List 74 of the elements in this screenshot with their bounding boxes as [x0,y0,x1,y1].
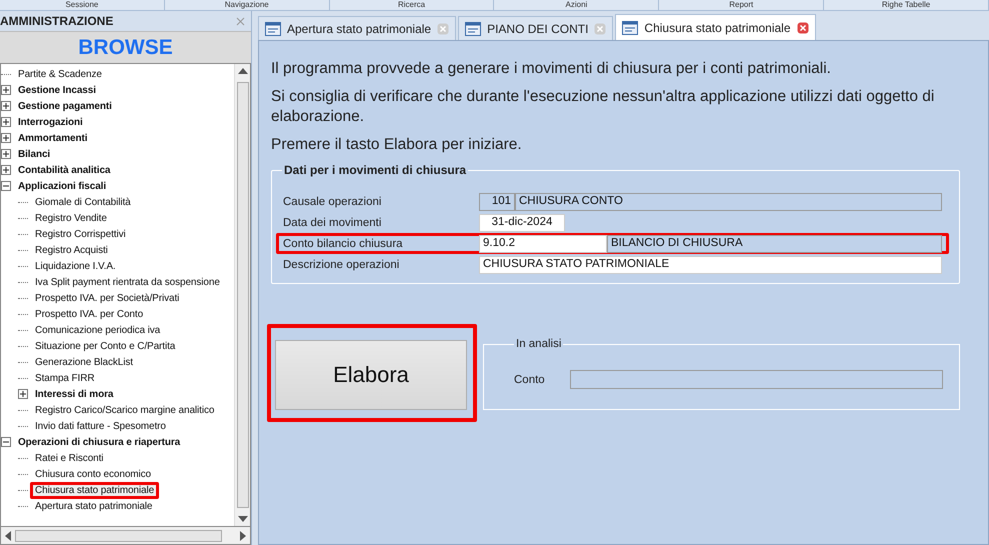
form-icon [265,22,281,36]
tree-item[interactable]: Situazione per Conto e C/Partita [30,338,180,354]
tree-item[interactable]: Gestione Incassi [13,82,101,98]
tree-item[interactable]: Prospetto IVA. per Conto [30,306,148,322]
description-field[interactable]: CHIUSURA STATO PATRIMONIALE [479,256,942,274]
right-arrow-icon[interactable] [240,530,246,540]
ribbon-group-label: Sessione [0,0,165,10]
expand-icon[interactable] [1,149,11,159]
tree-item[interactable]: Contabilità analitica [13,162,116,178]
tree-item[interactable]: Interrogazioni [13,114,88,130]
tree-item[interactable]: Invio dati fatture - Spesometro [30,418,171,434]
tree-item[interactable]: Giomale di Contabilità [30,194,136,210]
up-arrow-icon[interactable] [238,68,248,74]
tree-item[interactable]: Registro Carico/Scarico margine analitico [30,402,220,418]
expand-icon[interactable] [18,389,28,399]
tree-item[interactable]: Prospetto IVA. per Società/Privati [30,290,184,306]
tree-item[interactable]: Ratei e Risconti [30,450,108,466]
collapse-icon[interactable] [1,181,11,191]
tree-item[interactable]: Bilanci [13,146,56,162]
tree-item[interactable]: Stampa FIRR [30,370,100,386]
tree-item[interactable]: Interessi di mora [30,386,118,402]
expand-icon[interactable] [1,101,11,111]
field-label: Conto [514,374,546,386]
instruction-text: Si consiglia di verificare che durante l'esecuzione nessun'altra applicazione utilizzi dati oggetto di elaborazione. [271,87,936,127]
tree-item[interactable]: Applicazioni fiscali [13,178,112,194]
elabora-button[interactable]: Elabora [275,340,467,410]
tree-item[interactable]: Chiusura stato patrimoniale [30,482,160,498]
tree-item[interactable]: Ammortamenti [13,130,92,146]
tree-item[interactable]: Chiusura conto economico [30,466,156,482]
tree-item[interactable]: Liquidazione I.V.A. [30,258,121,274]
tree-item[interactable]: Comunicazione periodica iva [30,322,166,338]
date-field[interactable]: 31-dic-2024 [479,214,565,232]
expand-icon[interactable] [1,165,11,175]
tree-item[interactable]: Partite & Scadenze [13,66,107,82]
close-icon[interactable] [796,22,808,34]
field-label: Causale operazioni [283,196,382,208]
form-icon [465,22,482,36]
instruction-text: Premere il tasto Elabora per iniziare. [271,135,523,155]
down-arrow-icon[interactable] [238,516,248,522]
expand-icon[interactable] [1,133,11,143]
tree-item[interactable]: Registro Vendite [30,210,112,226]
tree-item[interactable]: Generazione BlackList [30,354,138,370]
tree-item[interactable]: Registro Corrispettivi [30,226,131,242]
left-arrow-icon[interactable] [5,530,11,540]
field-label: Conto bilancio chiusura [283,238,404,250]
tree-item[interactable]: Gestione pagamenti [13,98,117,114]
ribbon-group-label: Righe Tabelle [824,0,989,10]
ribbon-group-label: Azioni [494,0,660,10]
instruction-text: Il programma provvede a generare i movimenti di chiusura per i conti patrimoniali. [271,59,832,79]
horizontal-scrollbar[interactable] [0,527,251,545]
expand-icon[interactable] [1,85,11,95]
tab[interactable]: Apertura stato patrimoniale [258,16,456,40]
field-label: Descrizione operazioni [283,258,400,270]
group-title: In analisi [515,338,562,350]
ribbon-group-label: Report [659,0,824,10]
tab[interactable]: Chiusura stato patrimoniale [615,14,816,40]
ribbon-group-label: Ricerca [330,0,494,10]
group-title: Dati per i movimenti di chiusura [283,163,468,177]
form-icon [622,20,638,34]
ribbon-group-label: Navigazione [164,0,330,10]
collapse-icon[interactable] [1,437,11,447]
account-field[interactable]: 9.10.2 [479,234,607,252]
field-label: Data dei movimenti [283,216,382,228]
tree-item[interactable]: Apertura stato patrimoniale [30,498,158,514]
tab[interactable]: PIANO DEI CONTI [458,16,614,40]
expand-icon[interactable] [1,117,11,127]
panel-title: AMMINISTRAZIONE [0,14,114,28]
tree-item[interactable]: Registro Acquisti [30,242,113,258]
tree-item[interactable]: Iva Split payment rientrata da sospensione [30,274,225,290]
code-field[interactable]: 101 [479,192,515,210]
browse-header: BROWSE [0,31,251,63]
description-field: BILANCIO DI CHIUSURA [607,234,942,252]
description-field: CHIUSURA CONTO [515,192,942,210]
tree-item[interactable]: Operazioni di chiusura e riapertura [13,434,186,450]
